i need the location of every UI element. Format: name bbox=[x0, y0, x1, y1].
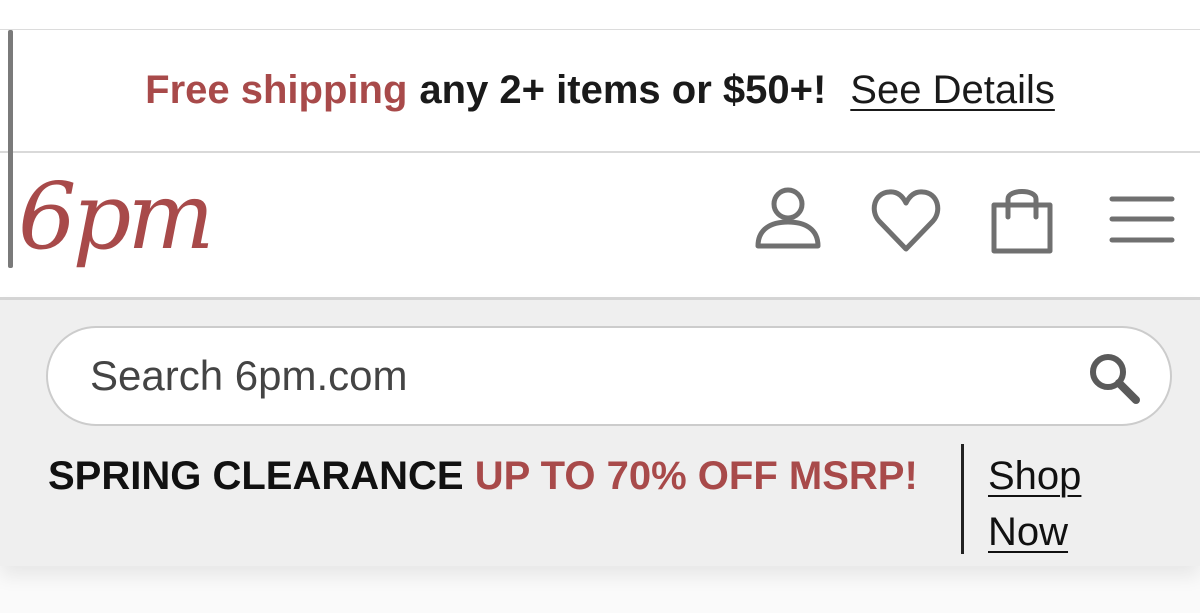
search-icon[interactable] bbox=[1084, 348, 1144, 408]
search-section: SPRING CLEARANCE UP TO 70% OFF MSRP! Sho… bbox=[0, 300, 1200, 566]
promo-text: any 2+ items or $50+! bbox=[419, 68, 827, 112]
site-header: 6pm bbox=[0, 153, 1200, 300]
see-details-link[interactable]: See Details bbox=[850, 68, 1055, 113]
search-input[interactable] bbox=[90, 328, 1050, 424]
shop-now-link[interactable]: Shop Now bbox=[988, 448, 1128, 560]
promo-bar: Free shipping any 2+ items or $50+! See … bbox=[0, 30, 1200, 153]
shopping-bag-icon[interactable] bbox=[986, 183, 1058, 255]
hamburger-menu-icon[interactable] bbox=[1106, 183, 1178, 255]
clearance-banner-text: SPRING CLEARANCE UP TO 70% OFF MSRP! bbox=[48, 442, 928, 510]
clearance-highlight: UP TO 70% OFF MSRP! bbox=[474, 454, 918, 498]
logo[interactable]: 6pm bbox=[18, 171, 215, 263]
divider bbox=[961, 444, 964, 554]
account-icon[interactable] bbox=[752, 183, 824, 255]
scroll-indicator[interactable] bbox=[8, 30, 13, 268]
heart-icon[interactable] bbox=[870, 183, 942, 255]
top-strip bbox=[0, 0, 1200, 30]
promo-highlight: Free shipping bbox=[145, 68, 408, 112]
search-box bbox=[46, 326, 1172, 426]
clearance-title: SPRING CLEARANCE bbox=[48, 454, 464, 498]
